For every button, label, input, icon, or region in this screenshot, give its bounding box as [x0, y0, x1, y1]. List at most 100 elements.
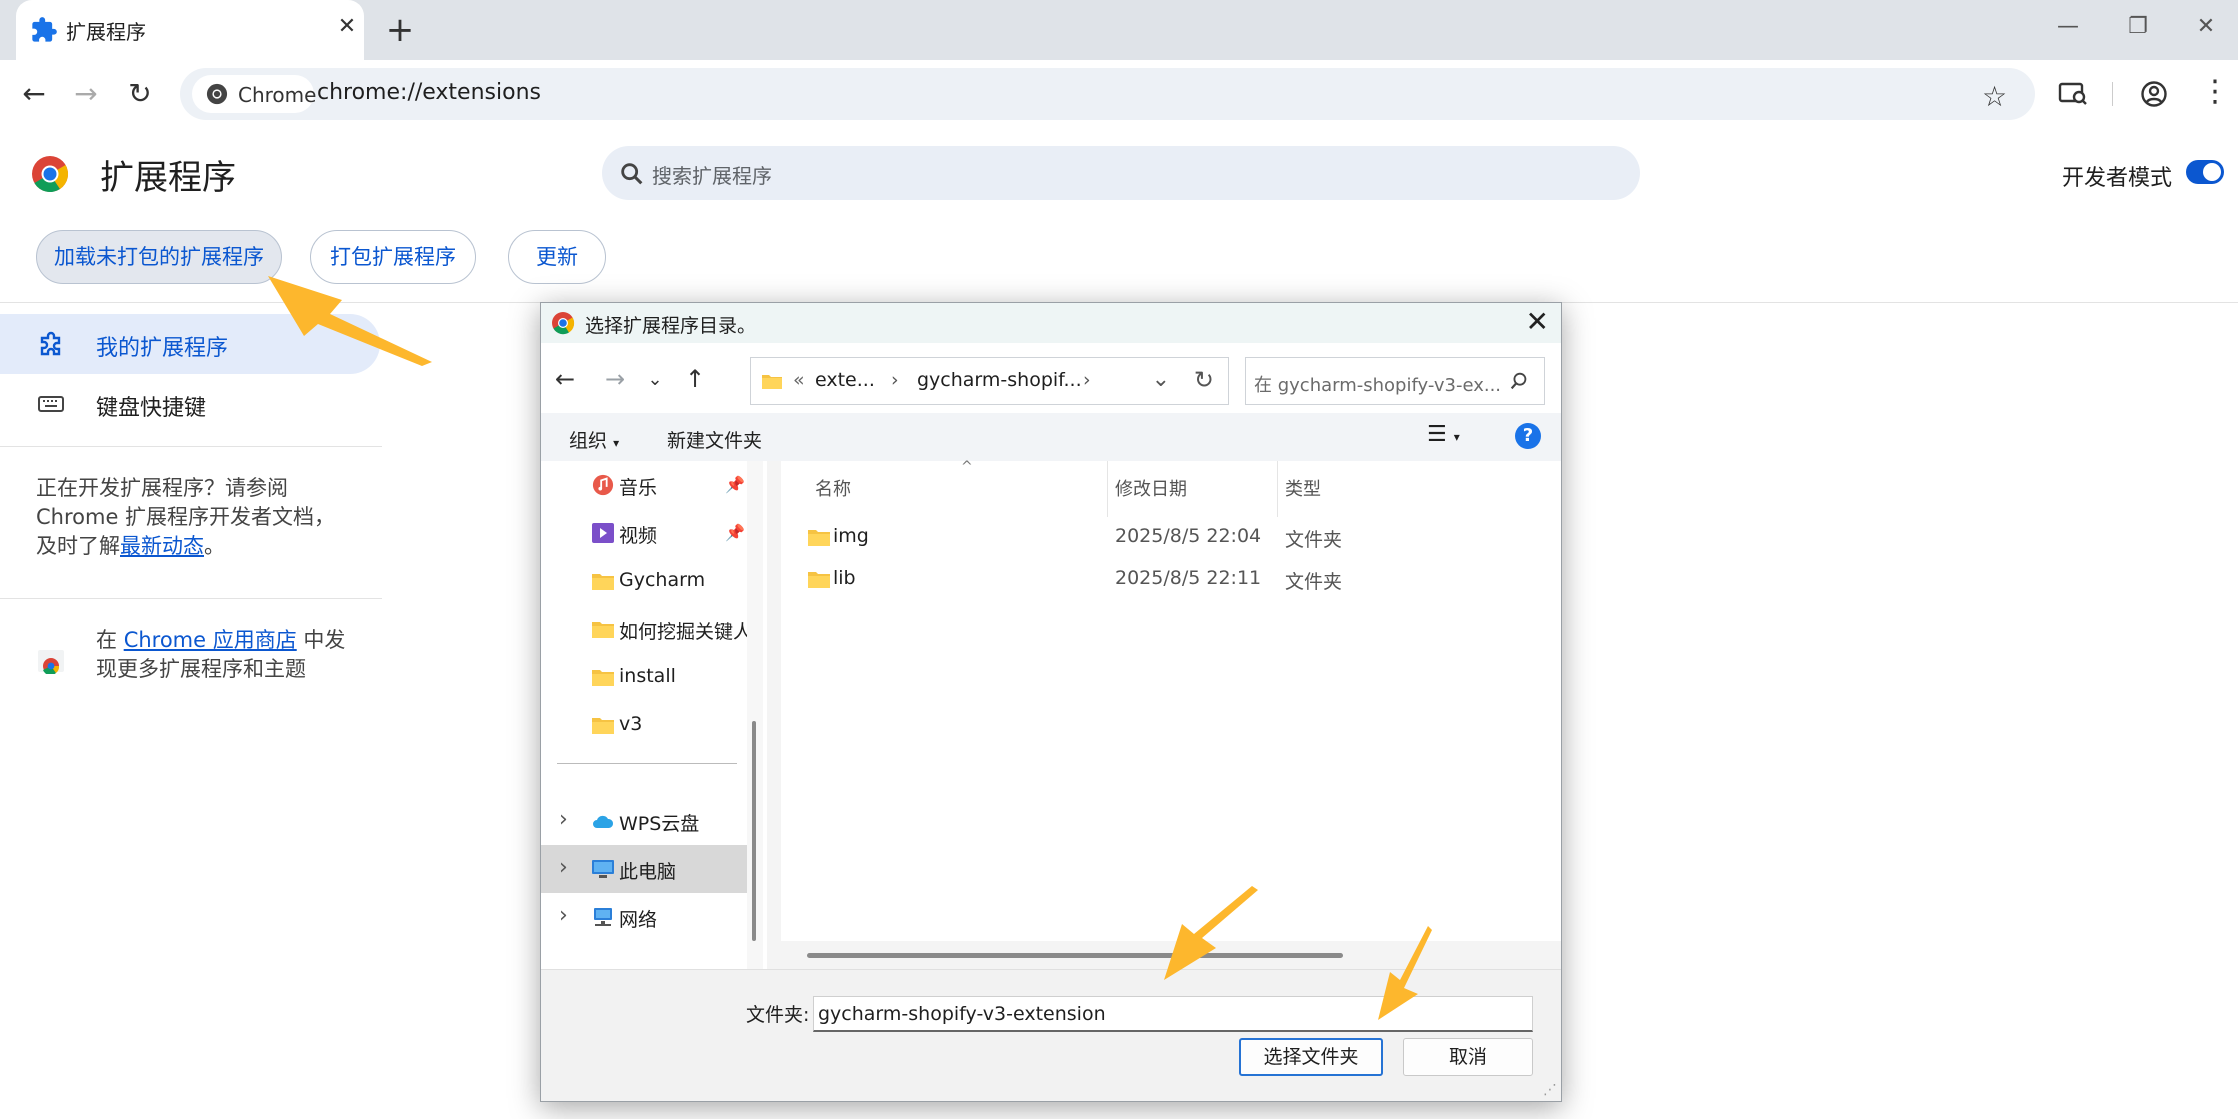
update-button[interactable]: 更新	[508, 230, 606, 284]
organize-menu[interactable]: 组织 ▾	[569, 426, 619, 453]
dev-mode-toggle[interactable]	[2186, 160, 2224, 184]
sidebar-item-keyboard-shortcuts[interactable]: 键盘快捷键	[0, 374, 380, 434]
nav-item-install[interactable]: install	[541, 653, 747, 701]
column-separator[interactable]	[1277, 461, 1278, 517]
store-prefix: 在	[96, 628, 124, 652]
profile-icon[interactable]	[2140, 80, 2168, 108]
tab-close-icon[interactable]: ✕	[332, 14, 362, 39]
select-folder-button[interactable]: 选择文件夹	[1239, 1038, 1383, 1076]
chevron-down-icon[interactable]: ⌄	[1152, 367, 1170, 392]
nav-item-label: WPS云盘	[619, 813, 700, 835]
dialog-search-placeholder: 在 gycharm-shopify-v3-ex...	[1254, 375, 1502, 396]
nav-item-music[interactable]: 音乐 📌	[541, 461, 747, 509]
nav-item-gycharm[interactable]: Gycharm	[541, 557, 747, 605]
cancel-button[interactable]: 取消	[1403, 1038, 1533, 1076]
sidebar-item-label: 我的扩展程序	[96, 336, 229, 361]
dialog-nav-row: ← → ⌄ ↑ « exte... › gycharm-shopif... › …	[541, 343, 1561, 413]
latest-news-link[interactable]: 最新动态	[120, 534, 204, 558]
recent-locations-icon[interactable]: ⌄	[639, 369, 671, 390]
web-store-text: 在 Chrome 应用商店 中发 现更多扩展程序和主题	[96, 626, 345, 684]
web-store-line-1: 在 Chrome 应用商店 中发	[96, 626, 345, 655]
nav-item-videos[interactable]: 视频 📌	[541, 509, 747, 557]
nav-item-network[interactable]: › 网络	[541, 893, 747, 941]
table-row[interactable]: img 2025/8/5 22:04 文件夹	[781, 517, 1561, 557]
column-header-type[interactable]: 类型	[1285, 475, 1321, 501]
dialog-back-icon[interactable]: ←	[549, 365, 581, 393]
file-list-scrollbar-thumb[interactable]	[807, 953, 1343, 958]
breadcrumb-segment-1[interactable]: exte...	[815, 369, 875, 391]
cloud-icon	[593, 815, 614, 828]
dialog-title-bar: 选择扩展程序目录。 ✕	[541, 303, 1561, 343]
search-icon	[621, 163, 643, 185]
close-window-icon[interactable]: ✕	[2186, 14, 2226, 39]
column-separator[interactable]	[1107, 461, 1108, 517]
video-icon	[592, 523, 614, 543]
up-folder-icon[interactable]: ↑	[679, 365, 711, 393]
breadcrumb-segment-2[interactable]: gycharm-shopif...	[917, 369, 1082, 391]
select-folder-dialog: 选择扩展程序目录。 ✕ ← → ⌄ ↑ « exte... › gycharm-…	[540, 302, 1562, 1102]
nav-divider	[557, 763, 737, 764]
breadcrumb-overflow[interactable]: «	[793, 369, 805, 391]
chevron-right-icon[interactable]: ›	[559, 855, 568, 880]
reload-icon[interactable]: ↻	[120, 74, 160, 114]
star-icon[interactable]: ☆	[1982, 80, 2007, 113]
pack-extension-button[interactable]: 打包扩展程序	[310, 230, 476, 284]
breadcrumb-separator[interactable]: ›	[1083, 369, 1091, 391]
tab-extensions[interactable]: 扩展程序 ✕	[16, 0, 364, 60]
sort-ascending-icon: ^	[961, 459, 973, 475]
dialog-search-box[interactable]: 在 gycharm-shopify-v3-ex...	[1245, 357, 1545, 405]
dialog-address-bar[interactable]: « exte... › gycharm-shopif... › ⌄ ↻	[750, 357, 1229, 405]
forward-arrow-icon[interactable]: →	[66, 74, 106, 114]
nav-item-label: Gycharm	[619, 569, 706, 591]
sidebar-item-my-extensions[interactable]: 我的扩展程序	[0, 314, 380, 374]
site-info-chip[interactable]: Chrome	[192, 75, 316, 113]
folder-field-label: 文件夹:	[746, 1004, 810, 1026]
nav-item-key-people[interactable]: 如何挖掘关键人	[541, 605, 747, 653]
nav-item-this-pc[interactable]: › 此电脑	[541, 845, 747, 893]
view-options-icon[interactable]: ☰ ▾	[1427, 422, 1460, 447]
dialog-forward-icon[interactable]: →	[599, 365, 631, 393]
nav-scrollbar-thumb[interactable]	[752, 721, 756, 941]
file-modified: 2025/8/5 22:11	[1115, 567, 1262, 589]
dev-docs-prefix: 及时了解	[36, 534, 120, 558]
dev-mode-label: 开发者模式	[2062, 166, 2173, 191]
folder-name-input[interactable]	[813, 996, 1533, 1032]
new-tab-button[interactable]: +	[380, 10, 420, 50]
chevron-right-icon[interactable]: ›	[559, 903, 568, 928]
nav-item-wps-cloud[interactable]: › WPS云盘	[541, 797, 747, 845]
chrome-web-store-link[interactable]: Chrome 应用商店	[124, 628, 297, 652]
resize-grip-icon[interactable]: ⋰	[1543, 1082, 1557, 1098]
breadcrumb-separator[interactable]: ›	[891, 369, 899, 391]
sidebar-item-label: 键盘快捷键	[96, 396, 207, 421]
column-header-modified[interactable]: 修改日期	[1115, 475, 1187, 501]
dev-docs-line-3: 及时了解最新动态。	[36, 532, 335, 561]
extension-search-box[interactable]: 搜索扩展程序	[602, 146, 1640, 200]
minimize-icon[interactable]: —	[2048, 14, 2088, 39]
maximize-icon[interactable]: ❐	[2118, 14, 2158, 39]
search-icon	[1510, 372, 1527, 390]
dialog-footer: 文件夹: 选择文件夹 取消 ⋰	[541, 969, 1561, 1101]
new-folder-button[interactable]: 新建文件夹	[667, 426, 762, 453]
help-icon[interactable]: ?	[1515, 423, 1541, 449]
nav-item-label: v3	[619, 713, 643, 735]
url-text: chrome://extensions	[317, 80, 541, 105]
organize-label: 组织	[569, 430, 608, 452]
nav-item-label: 网络	[619, 909, 658, 931]
toggle-knob	[2203, 163, 2221, 181]
load-unpacked-button[interactable]: 加载未打包的扩展程序	[36, 230, 282, 284]
web-store-line-2: 现更多扩展程序和主题	[96, 657, 306, 681]
column-header-name[interactable]: 名称	[815, 475, 851, 501]
pin-icon: 📌	[725, 523, 745, 542]
nav-item-v3[interactable]: v3	[541, 701, 747, 749]
dev-docs-text: 正在开发扩展程序？请参阅 Chrome 扩展程序开发者文档， 及时了解最新动态。	[36, 474, 335, 561]
back-arrow-icon[interactable]: ←	[14, 74, 54, 114]
tab-search-icon[interactable]	[2058, 80, 2088, 108]
chevron-right-icon[interactable]: ›	[559, 807, 568, 832]
pane-splitter[interactable]	[767, 461, 781, 969]
sidebar-divider	[0, 598, 382, 599]
refresh-icon[interactable]: ↻	[1194, 366, 1214, 394]
dialog-close-icon[interactable]: ✕	[1526, 305, 1549, 338]
menu-dots-icon[interactable]: ⋮	[2200, 74, 2230, 109]
address-bar[interactable]: Chrome chrome://extensions ☆	[180, 68, 2035, 120]
table-row[interactable]: lib 2025/8/5 22:11 文件夹	[781, 559, 1561, 599]
